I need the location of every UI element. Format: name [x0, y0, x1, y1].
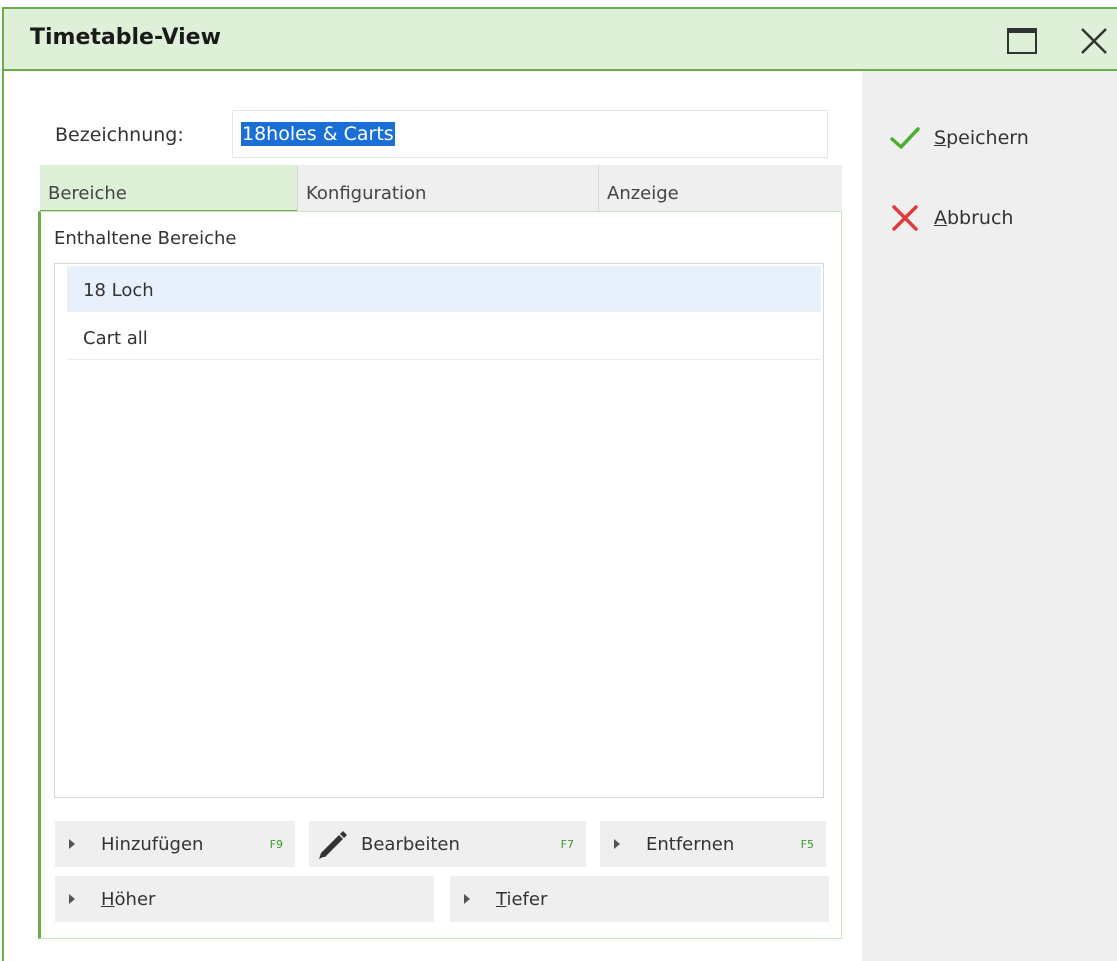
section-title: Enthaltene Bereiche: [54, 228, 237, 249]
list-item[interactable]: 18 Loch: [67, 266, 821, 312]
cross-icon: [892, 205, 918, 231]
name-input-value: 18holes & Carts: [241, 122, 395, 146]
cancel-button[interactable]: Abbruch: [888, 198, 1013, 238]
areas-list[interactable]: 18 Loch Cart all: [54, 263, 824, 798]
close-button[interactable]: [1074, 21, 1114, 61]
triangle-right-icon: [69, 839, 75, 849]
tab-konfiguration[interactable]: Konfiguration: [297, 165, 598, 213]
list-item[interactable]: Cart all: [67, 314, 821, 360]
edit-shortcut: F7: [560, 838, 574, 851]
window-left-border: [2, 71, 4, 961]
add-label: Hinzufügen: [101, 833, 204, 855]
pencil-icon: [319, 831, 347, 859]
remove-shortcut: F5: [800, 838, 814, 851]
name-input[interactable]: 18holes & Carts: [232, 110, 828, 158]
remove-label: Entfernen: [646, 833, 735, 855]
save-label: Speichern: [934, 127, 1029, 149]
edit-button[interactable]: Bearbeiten F7: [309, 821, 586, 867]
tab-anzeige[interactable]: Anzeige: [598, 165, 842, 213]
window-titlebar: Timetable-View: [2, 7, 1117, 71]
save-button[interactable]: Speichern: [888, 118, 1029, 158]
close-icon: [1081, 28, 1107, 54]
checkmark-icon: [890, 127, 920, 149]
tab-bereiche[interactable]: Bereiche: [40, 165, 297, 213]
tab-bar: Bereiche Konfiguration Anzeige: [40, 165, 842, 213]
remove-button[interactable]: Entfernen F5: [600, 821, 826, 867]
triangle-right-icon: [464, 894, 470, 904]
edit-label: Bearbeiten: [361, 833, 460, 855]
move-down-button[interactable]: Tiefer: [450, 876, 829, 922]
maximize-button[interactable]: [1002, 21, 1042, 61]
window-maximize-icon: [1007, 28, 1037, 54]
window-title: Timetable-View: [30, 25, 221, 50]
move-down-label: Tiefer: [496, 888, 548, 910]
triangle-right-icon: [69, 894, 75, 904]
add-shortcut: F9: [269, 838, 283, 851]
cancel-label: Abbruch: [934, 207, 1014, 229]
move-up-label: Höher: [101, 888, 156, 910]
triangle-right-icon: [614, 839, 620, 849]
name-label: Bezeichnung:: [55, 124, 184, 146]
move-up-button[interactable]: Höher: [55, 876, 434, 922]
add-button[interactable]: Hinzufügen F9: [55, 821, 295, 867]
